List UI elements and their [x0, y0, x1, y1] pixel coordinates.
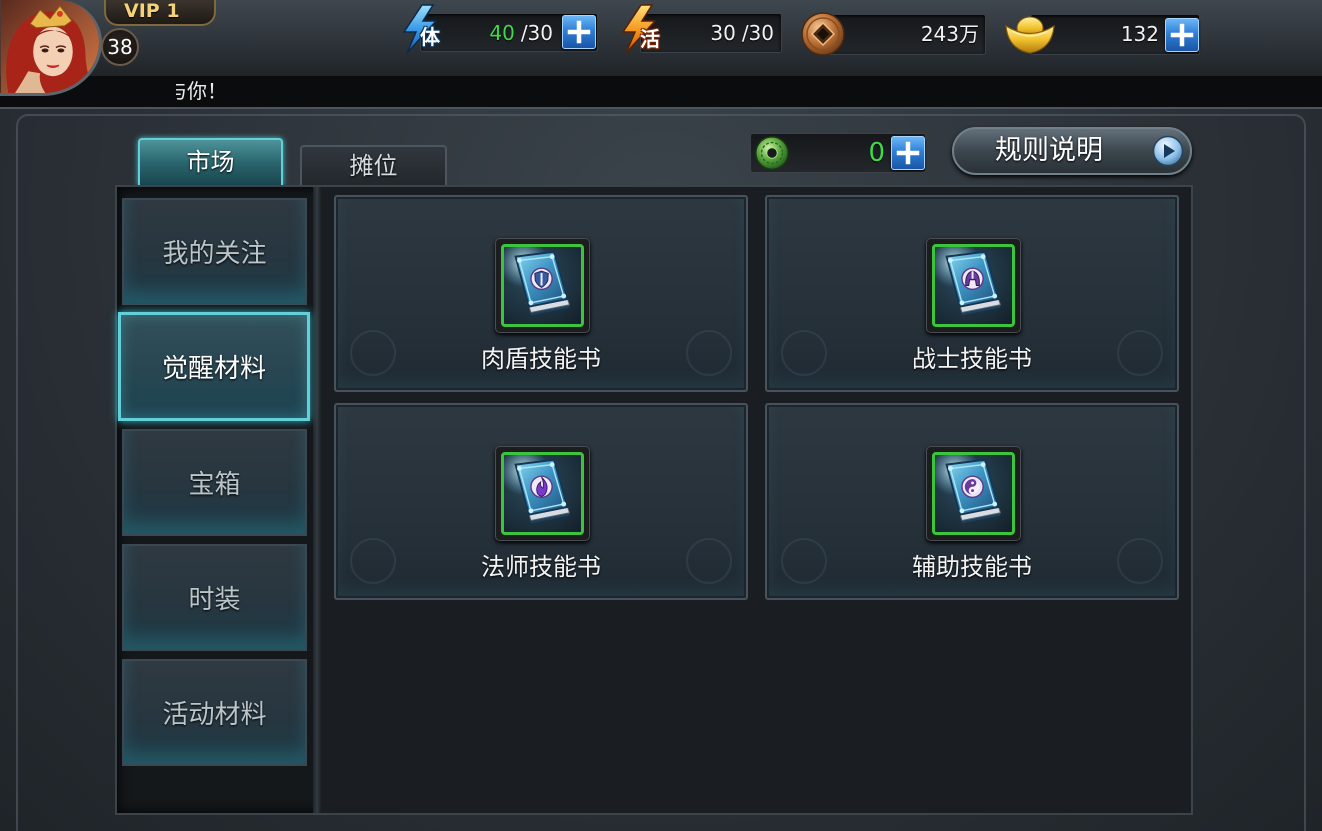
item-card-warrior-skill-book[interactable]: 战士技能书	[765, 195, 1179, 392]
mage-skill-book-icon	[504, 455, 571, 524]
category-label: 我的关注	[162, 239, 267, 269]
player-level-badge: 38	[101, 28, 139, 66]
plus-icon	[896, 141, 920, 165]
stamina-max: /30	[520, 21, 553, 45]
support-skill-book-icon	[935, 455, 1002, 524]
tab-market-label: 市场	[186, 148, 235, 176]
stamina-current: 40	[489, 21, 515, 45]
item-icon-frame	[926, 446, 1021, 541]
announcement-marquee: 与你！	[0, 76, 1322, 109]
marquee-text: 与你！	[176, 79, 227, 103]
jade-value: 0	[868, 138, 885, 168]
activity-counter: 30/30	[640, 13, 782, 53]
tab-stall-label: 摊位	[349, 152, 398, 180]
item-name: 战士技能书	[912, 345, 1032, 373]
item-name: 法师技能书	[481, 553, 601, 581]
category-fashion[interactable]: 时装	[122, 544, 307, 651]
copper-coin-icon	[801, 12, 845, 56]
category-label: 觉醒材料	[161, 354, 266, 384]
item-card-support-skill-book[interactable]: 辅助技能书	[765, 403, 1179, 600]
activity-value: 30/30	[710, 22, 774, 44]
category-my-watchlist[interactable]: 我的关注	[122, 198, 307, 305]
item-name: 肉盾技能书	[481, 345, 601, 373]
activity-current: 30	[710, 21, 736, 45]
coin-counter: 243万	[825, 14, 986, 55]
jade-counter: 0	[750, 133, 926, 173]
item-card-tank-skill-book[interactable]: 肉盾技能书	[334, 195, 748, 392]
rules-button[interactable]: 规则说明	[952, 127, 1192, 175]
item-icon-frame	[495, 446, 590, 541]
vip-badge[interactable]: VIP 1	[104, 0, 216, 26]
item-quality-frame	[932, 452, 1015, 535]
tab-stall[interactable]: 摊位	[300, 145, 447, 186]
item-icon-frame	[495, 238, 590, 333]
category-label: 活动材料	[162, 700, 267, 730]
category-event-materials[interactable]: 活动材料	[122, 659, 307, 766]
sidebar-divider	[313, 187, 321, 813]
category-label: 宝箱	[188, 470, 241, 500]
item-quality-frame	[501, 244, 584, 327]
category-treasure-chests[interactable]: 宝箱	[122, 429, 307, 536]
plus-icon	[1170, 23, 1194, 47]
stamina-value: 40/30	[489, 22, 553, 44]
item-quality-frame	[501, 452, 584, 535]
category-awakening-materials[interactable]: 觉醒材料	[118, 312, 310, 421]
add-stamina-button[interactable]	[562, 15, 596, 49]
add-gold-button[interactable]	[1165, 18, 1199, 52]
tank-skill-book-icon	[504, 247, 571, 316]
gold-value: 132	[1120, 22, 1159, 46]
item-card-mage-skill-book[interactable]: 法师技能书	[334, 403, 748, 600]
tab-market[interactable]: 市场	[138, 138, 283, 186]
activity-glyph: 活	[640, 27, 660, 51]
item-name: 辅助技能书	[912, 553, 1032, 581]
rules-button-label: 规则说明	[995, 135, 1103, 166]
plus-icon	[567, 20, 591, 44]
stamina-counter: 40/30	[420, 13, 598, 52]
activity-max: /30	[741, 21, 774, 45]
category-label: 时装	[188, 585, 241, 615]
item-quality-frame	[932, 244, 1015, 327]
play-arrow-icon	[1152, 135, 1184, 167]
coin-value: 243万	[920, 22, 979, 46]
add-jade-button[interactable]	[891, 136, 925, 170]
gold-ingot-icon	[1005, 16, 1055, 54]
warrior-skill-book-icon	[935, 247, 1002, 316]
item-icon-frame	[926, 238, 1021, 333]
marquee-viewport: 与你！	[176, 76, 1322, 107]
stamina-glyph: 体	[420, 25, 440, 49]
jade-coin-icon	[755, 136, 789, 170]
